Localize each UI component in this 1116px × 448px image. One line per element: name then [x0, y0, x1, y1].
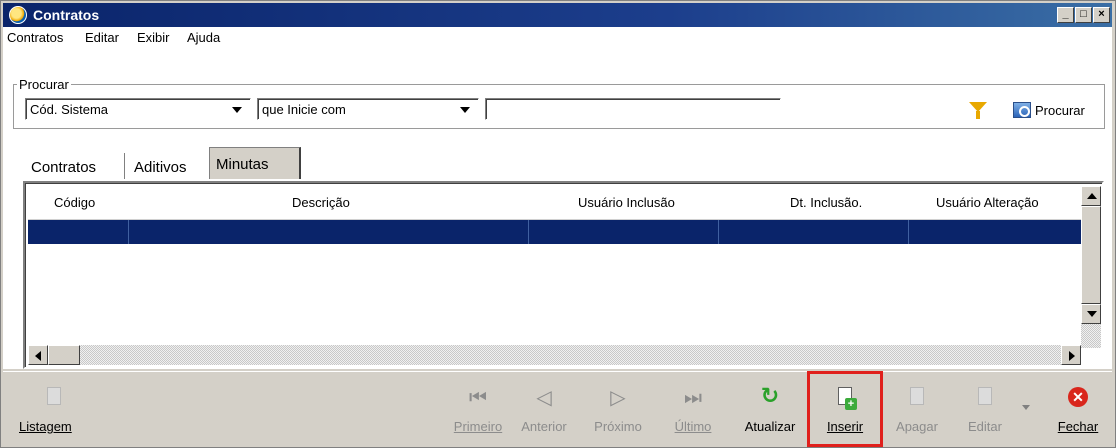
close-button[interactable]: ×	[1093, 7, 1110, 23]
column-header-codigo[interactable]: Código	[54, 195, 95, 210]
primeiro-button[interactable]: ⏮ Primeiro	[453, 387, 503, 443]
cell-divider	[528, 220, 529, 244]
search-field-value: Cód. Sistema	[30, 102, 109, 117]
ultimo-label: Último	[674, 419, 712, 434]
column-header-descricao[interactable]: Descrição	[292, 195, 350, 210]
chevron-down-icon[interactable]	[1022, 405, 1030, 410]
new-document-icon	[838, 387, 857, 410]
scroll-right-button[interactable]	[1061, 345, 1081, 365]
fechar-button[interactable]: ✕ Fechar	[1051, 387, 1105, 443]
inserir-label: Inserir	[826, 419, 864, 434]
search-button-label: Procurar	[1035, 102, 1085, 118]
minimize-button[interactable]: _	[1057, 7, 1074, 23]
first-record-icon: ⏮	[469, 385, 487, 409]
menu-contratos[interactable]: Contratos	[7, 30, 63, 45]
search-button[interactable]: Procurar	[1013, 99, 1085, 121]
cell-divider	[908, 220, 909, 244]
apagar-label: Apagar	[896, 419, 938, 434]
next-record-icon: ▷	[610, 385, 626, 409]
column-header-dt-inclusao[interactable]: Dt. Inclusão.	[790, 195, 862, 210]
search-operator-select[interactable]: que Inicie com	[257, 98, 479, 120]
app-icon	[9, 6, 27, 24]
refresh-icon: ↻	[760, 384, 780, 409]
chevron-down-icon	[232, 107, 242, 113]
ultimo-button[interactable]: ⏭ Último	[671, 387, 715, 443]
maximize-button[interactable]: □	[1075, 7, 1092, 23]
tab-aditivos[interactable]: Aditivos	[128, 151, 193, 181]
inserir-button[interactable]: Inserir	[817, 387, 873, 443]
anterior-label: Anterior	[521, 419, 567, 434]
vertical-scroll-thumb[interactable]	[1081, 206, 1101, 304]
close-icon: ✕	[1068, 387, 1088, 407]
tab-contratos[interactable]: Contratos	[25, 151, 102, 181]
horizontal-scrollbar[interactable]	[28, 345, 1081, 365]
window-title: Contratos	[33, 7, 100, 23]
delete-document-icon	[910, 387, 924, 405]
search-input[interactable]	[485, 98, 781, 120]
scroll-up-button[interactable]	[1081, 186, 1101, 206]
anterior-button[interactable]: ◁ Anterior	[513, 387, 575, 443]
vertical-scrollbar[interactable]	[1081, 186, 1101, 348]
arrow-down-icon	[1087, 311, 1097, 317]
filter-icon[interactable]	[969, 102, 987, 119]
column-header-usuario-alteracao[interactable]: Usuário Alteração	[936, 195, 1039, 210]
title-bar[interactable]: Contratos _ □ ×	[3, 3, 1112, 27]
proximo-label: Próximo	[594, 419, 642, 434]
search-operator-value: que Inicie com	[262, 102, 346, 117]
search-field-select[interactable]: Cód. Sistema	[25, 98, 251, 120]
edit-document-icon	[978, 387, 992, 405]
arrow-left-icon	[35, 351, 41, 361]
tab-minutas[interactable]: Minutas	[209, 147, 301, 179]
atualizar-button[interactable]: ↻ Atualizar	[737, 384, 803, 443]
report-icon	[47, 387, 61, 405]
editar-button[interactable]: Editar	[961, 387, 1009, 443]
previous-record-icon: ◁	[536, 385, 552, 409]
menu-editar[interactable]: Editar	[85, 30, 119, 45]
horizontal-scroll-thumb[interactable]	[48, 345, 80, 365]
menu-bar: Contratos Editar Exibir Ajuda	[3, 27, 1112, 47]
main-window: Contratos _ □ × Contratos Editar Exibir …	[0, 0, 1116, 448]
arrow-right-icon	[1069, 351, 1075, 361]
primeiro-label: Primeiro	[453, 419, 503, 434]
menu-ajuda[interactable]: Ajuda	[187, 30, 220, 45]
cell-divider	[128, 220, 129, 244]
tab-divider	[124, 153, 125, 179]
grid-header: Código Descrição Usuário Inclusão Dt. In…	[28, 186, 1081, 220]
search-group-label: Procurar	[17, 77, 71, 92]
menu-exibir[interactable]: Exibir	[137, 30, 170, 45]
editar-label: Editar	[968, 419, 1002, 434]
listagem-button[interactable]: Listagem	[19, 387, 89, 443]
column-header-usuario-inclusao[interactable]: Usuário Inclusão	[578, 195, 675, 210]
table-row[interactable]	[28, 220, 1081, 244]
chevron-down-icon	[460, 107, 470, 113]
apagar-button[interactable]: Apagar	[891, 387, 943, 443]
fechar-label: Fechar	[1057, 419, 1099, 434]
proximo-button[interactable]: ▷ Próximo	[587, 387, 649, 443]
atualizar-label: Atualizar	[744, 419, 796, 434]
arrow-up-icon	[1087, 193, 1097, 199]
last-record-icon: ⏭	[684, 385, 702, 409]
data-grid[interactable]: Código Descrição Usuário Inclusão Dt. In…	[23, 181, 1104, 369]
search-icon	[1013, 102, 1031, 118]
scroll-left-button[interactable]	[28, 345, 48, 365]
listagem-label: Listagem	[19, 419, 72, 434]
cell-divider	[718, 220, 719, 244]
scroll-down-button[interactable]	[1081, 304, 1101, 324]
